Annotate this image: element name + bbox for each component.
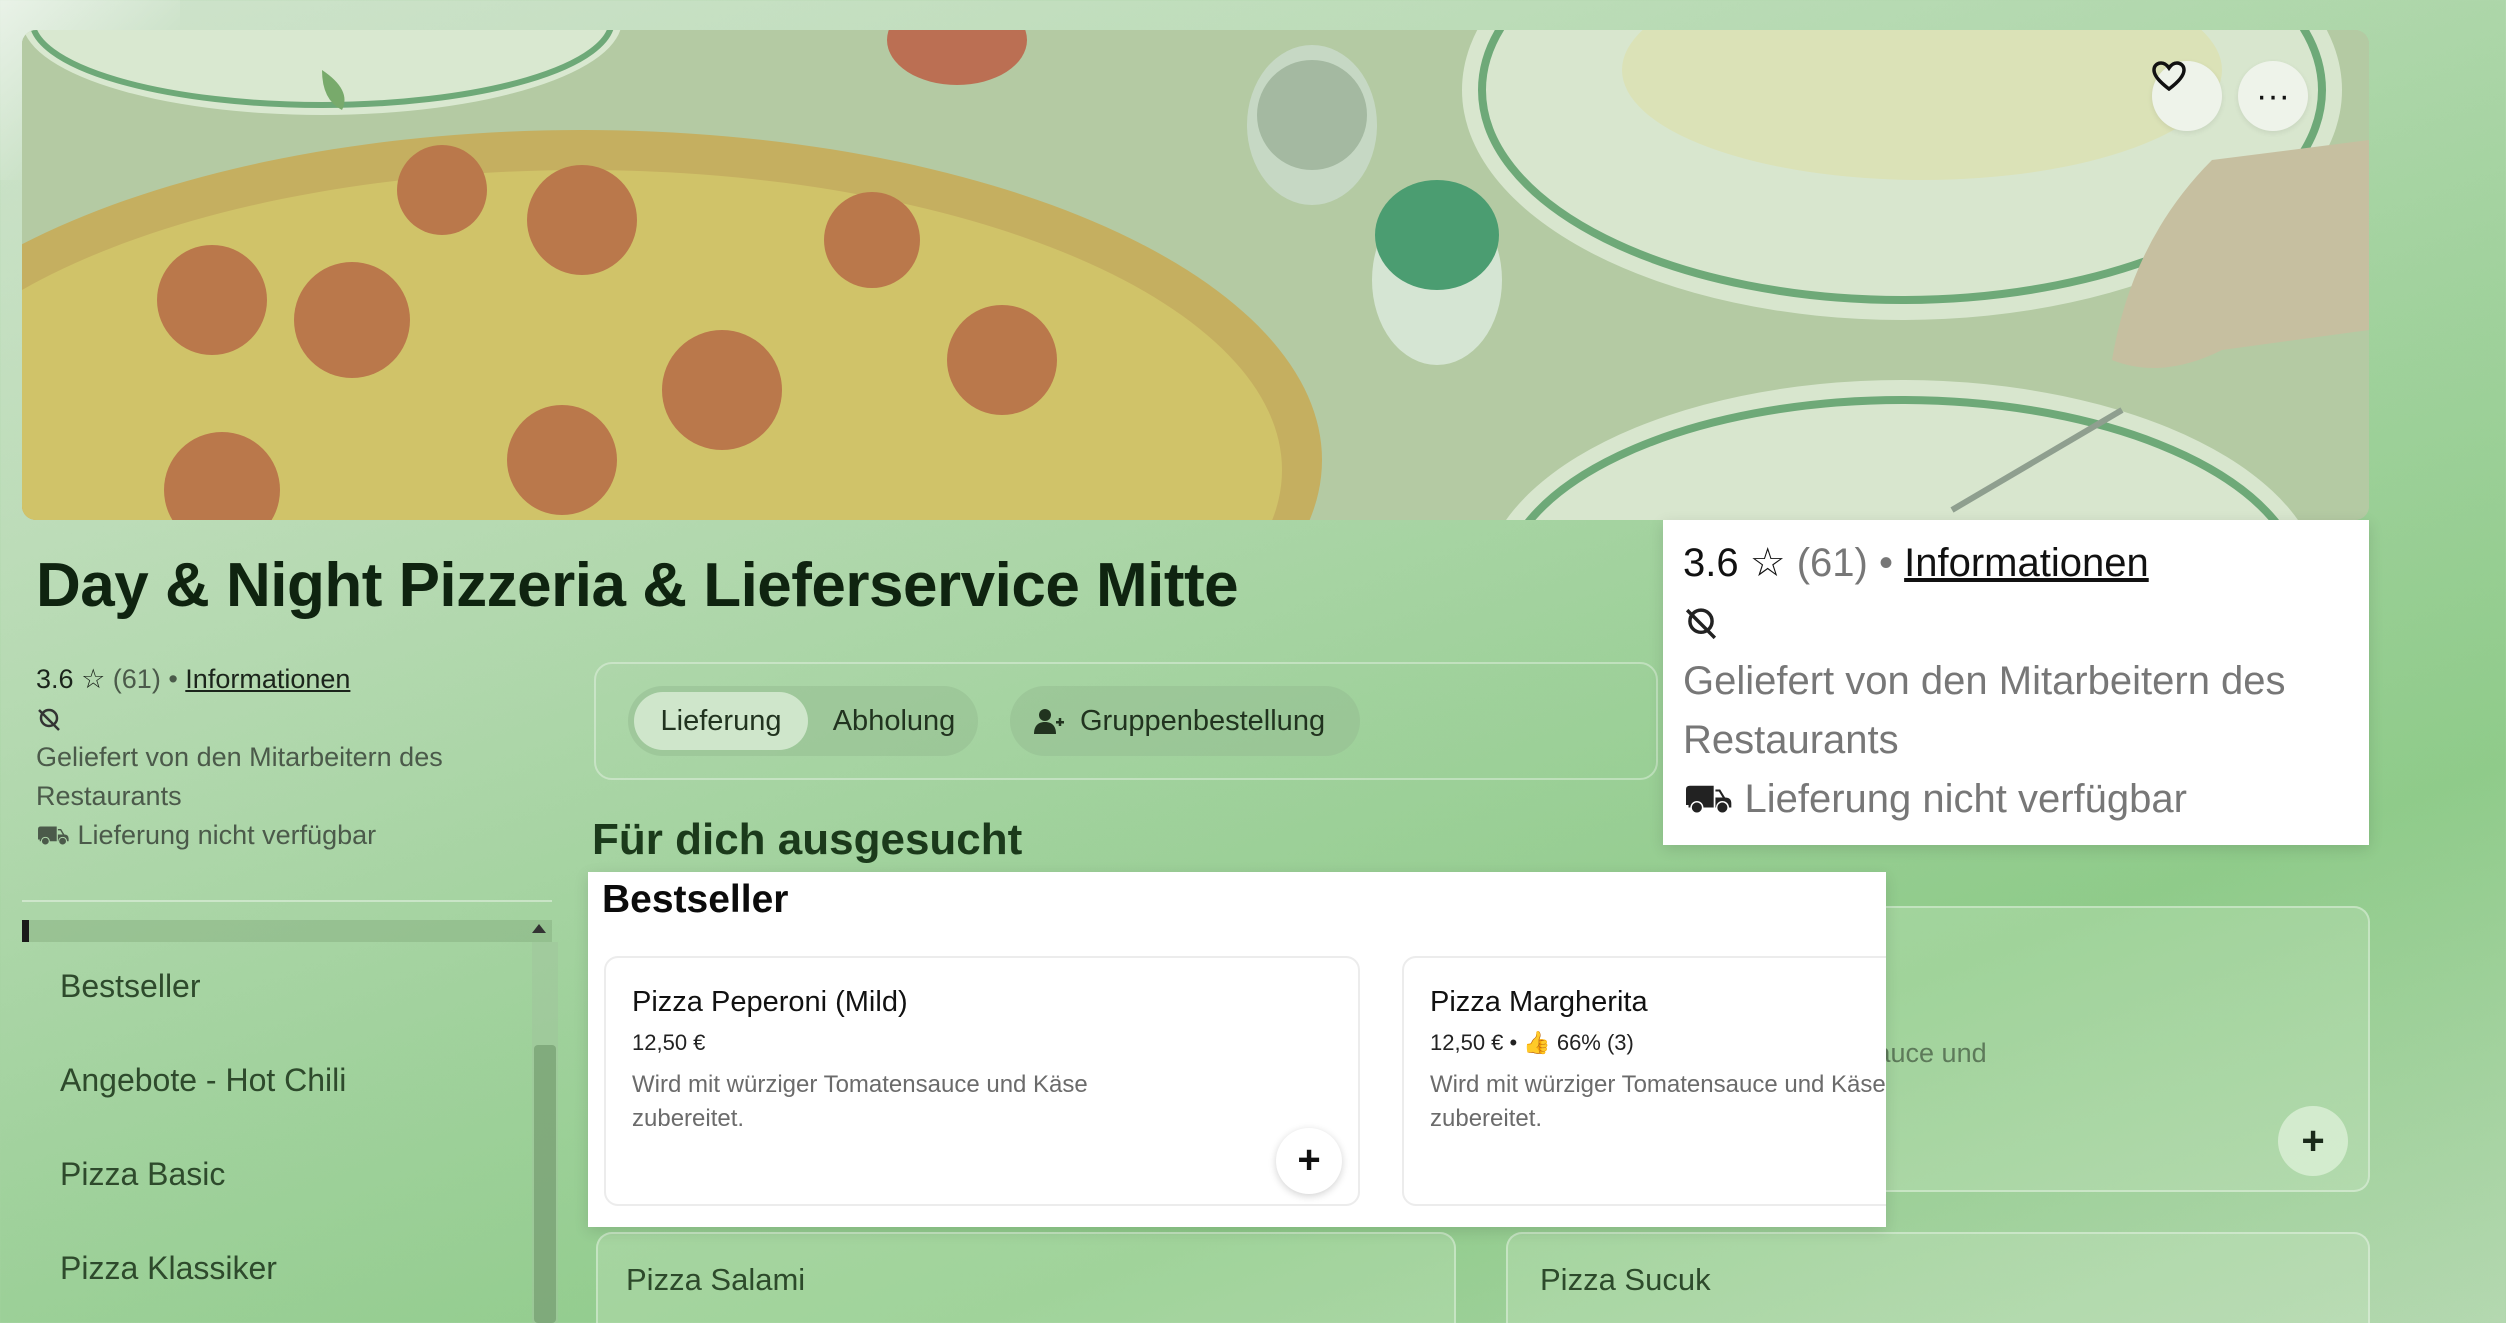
info-link[interactable]: Informationen xyxy=(185,664,350,694)
store-info: 3.6 ☆ (61) • Informationen Geliefert von… xyxy=(36,660,506,855)
ellipsis-icon: ··· xyxy=(2256,76,2290,115)
section-heading: Für dich ausgesucht xyxy=(592,815,1023,864)
popup-review-count: (61) xyxy=(1796,541,1868,585)
product-name: Pizza Sucuk xyxy=(1540,1262,1711,1297)
sidebar-active-marker xyxy=(22,920,29,942)
favorite-button[interactable] xyxy=(2152,61,2222,131)
separator-dot: • xyxy=(1878,541,1893,585)
product-name: Pizza Margherita xyxy=(1430,986,1648,1018)
product-name: Pizza Salami xyxy=(626,1262,806,1297)
popup-delivered-by: Geliefert von den Mitarbeitern des Resta… xyxy=(1683,659,2286,762)
product-card-sucuk[interactable]: Pizza Sucuk xyxy=(1506,1232,2370,1323)
product-rating: • 👍 66% (3) xyxy=(1503,1030,1634,1055)
star-icon: ☆ xyxy=(81,664,106,694)
group-order-label: Gruppenbestellung xyxy=(1080,705,1326,737)
separator-dot: • xyxy=(168,664,178,694)
store-info-popup: 3.6 ☆ (61) • Informationen Geliefert von… xyxy=(1663,520,2369,845)
product-card[interactable]: Pizza Margherita 12,50 € • 👍 66% (3) Wir… xyxy=(1402,956,1886,1206)
hero-banner: ··· xyxy=(22,30,2369,520)
location-off-icon xyxy=(1685,608,1717,640)
delivery-off-icon: ⛟ xyxy=(36,820,70,850)
popup-delivery-status-row: ⛟ Lieferung nicht verfügbar xyxy=(1683,770,2349,829)
delivered-by-text: Geliefert von den Mitarbeitern des Resta… xyxy=(36,742,443,811)
tab-delivery[interactable]: Lieferung xyxy=(634,692,808,750)
sidebar-scroll-header xyxy=(22,920,552,942)
popup-no-tracking-row xyxy=(1683,593,2349,652)
group-order-button[interactable]: Gruppenbestellung xyxy=(1010,686,1360,756)
product-description: Wird mit würziger Tomatensauce und Käse … xyxy=(632,1071,1088,1132)
more-options-button[interactable]: ··· xyxy=(2238,61,2308,131)
sidebar-item-bestseller[interactable]: Bestseller xyxy=(60,968,201,1005)
sidebar-divider xyxy=(22,900,552,902)
background-add-button[interactable]: + xyxy=(2278,1106,2348,1176)
tab-pickup[interactable]: Abholung xyxy=(814,692,974,750)
product-card-salami[interactable]: Pizza Salami xyxy=(596,1232,1456,1323)
sidebar-item-pizza-basic[interactable]: Pizza Basic xyxy=(60,1156,225,1193)
hero-tint xyxy=(22,30,2369,520)
sidebar-item-angebote[interactable]: Angebote - Hot Chili xyxy=(60,1062,346,1099)
product-description: Wird mit würziger Tomatensauce und Käse … xyxy=(1430,1071,1886,1132)
bestseller-title: Bestseller xyxy=(602,878,789,921)
product-price: 12,50 € xyxy=(1430,1030,1504,1055)
add-to-cart-button[interactable]: + xyxy=(1276,1128,1342,1194)
no-tracking-row xyxy=(36,699,506,738)
review-count: (61) xyxy=(112,664,161,694)
popup-rating-line: 3.6 ☆ (61) • Informationen xyxy=(1683,534,2349,593)
delivery-off-icon: ⛟ xyxy=(1683,777,1734,821)
popup-delivery-status: Lieferung nicht verfügbar xyxy=(1744,777,2187,821)
sidebar-item-pizza-klassiker[interactable]: Pizza Klassiker xyxy=(60,1250,277,1287)
product-name: Pizza Peperoni (Mild) xyxy=(632,986,908,1018)
product-meta: 12,50 € • 👍 66% (3) xyxy=(1430,1030,1634,1056)
popup-info-link[interactable]: Informationen xyxy=(1904,541,2149,585)
scroll-up-arrow-icon[interactable] xyxy=(532,924,546,933)
product-meta: 12,50 € xyxy=(632,1030,705,1056)
rating-value: 3.6 xyxy=(36,664,74,694)
bestseller-popup: Bestseller Pizza Peperoni (Mild) 12,50 €… xyxy=(588,872,1886,1227)
heart-icon xyxy=(2152,61,2186,91)
store-title: Day & Night Pizzeria & Lieferservice Mit… xyxy=(36,551,1239,620)
location-off-icon xyxy=(38,708,60,731)
delivery-status-text: Lieferung nicht verfügbar xyxy=(77,820,377,850)
star-icon: ☆ xyxy=(1749,541,1786,585)
add-person-icon xyxy=(1034,709,1064,734)
popup-rating-value: 3.6 xyxy=(1683,541,1739,585)
delivery-status-row: ⛟ Lieferung nicht verfügbar xyxy=(36,816,506,855)
delivery-mode-toggle: Lieferung Abholung xyxy=(628,686,978,756)
product-card[interactable]: Pizza Peperoni (Mild) 12,50 € Wird mit w… xyxy=(604,956,1360,1206)
sidebar-scrollbar-thumb[interactable] xyxy=(534,1045,556,1323)
rating-line: 3.6 ☆ (61) • Informationen xyxy=(36,660,506,699)
product-price: 12,50 € xyxy=(632,1030,706,1055)
